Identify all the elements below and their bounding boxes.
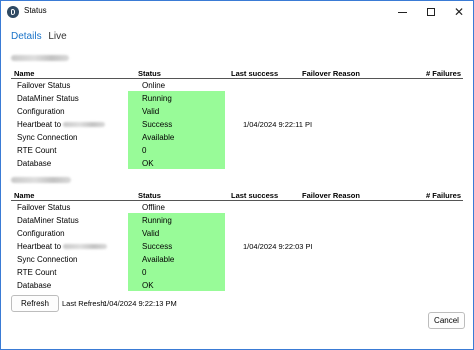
group-2-table-header: Name Status Last success Failover Reason… [11, 191, 463, 200]
table-row: Failover Status Online [11, 79, 463, 91]
column-failover-reason: Failover Reason [302, 69, 360, 78]
column-last-success: Last success [231, 191, 279, 200]
table-row: Heartbeat to Success 1/04/2024 9:22:03 P… [11, 240, 463, 252]
row-name: Configuration [17, 107, 65, 116]
row-status: Online [142, 81, 166, 90]
maximize-button[interactable] [417, 1, 445, 23]
row-status: Success [142, 242, 173, 251]
row-name: DataMiner Status [17, 94, 79, 103]
group-1-table-header: Name Status Last success Failover Reason… [11, 69, 463, 78]
row-name: Sync Connection [17, 133, 78, 142]
row-status: Available [142, 133, 175, 142]
row-status: Offline [142, 203, 165, 212]
table-row: Failover Status Offline [11, 201, 463, 213]
column-failures: # Failures [426, 191, 462, 200]
column-failures: # Failures [426, 69, 462, 78]
row-status: Available [142, 255, 175, 264]
last-refresh-value: 1/04/2024 9:22:13 PM [103, 299, 177, 308]
column-name: Name [14, 191, 35, 200]
row-status: 0 [142, 268, 147, 277]
row-status: Success [142, 120, 173, 129]
table-row: Sync Connection Available [11, 131, 463, 143]
table-row: DataMiner Status Running [11, 92, 463, 104]
tab-live[interactable]: Live [48, 31, 66, 42]
minimize-button[interactable] [388, 1, 416, 23]
row-status: Valid [142, 229, 160, 238]
column-last-success: Last success [231, 69, 279, 78]
group-2-agent-name-redacted [11, 177, 71, 183]
table-row: Configuration Valid [11, 105, 463, 117]
row-status: 0 [142, 146, 147, 155]
row-last-success: 1/04/2024 9:22:11 PI [243, 120, 313, 129]
close-button[interactable]: ✕ [445, 1, 473, 23]
row-name: Heartbeat to [17, 242, 62, 251]
table-row: DataMiner Status Running [11, 214, 463, 226]
window-title: Status [24, 6, 47, 15]
column-failover-reason: Failover Reason [302, 191, 360, 200]
table-row: RTE Count 0 [11, 144, 463, 156]
column-name: Name [14, 69, 35, 78]
column-status: Status [138, 69, 161, 78]
row-status: OK [142, 159, 154, 168]
heartbeat-target-redacted [63, 122, 105, 127]
table-row: Sync Connection Available [11, 253, 463, 265]
table-row: Database OK [11, 279, 463, 291]
table-row: Database OK [11, 157, 463, 169]
row-last-success: 1/04/2024 9:22:03 PI [243, 242, 313, 251]
row-status: Running [142, 216, 172, 225]
refresh-button[interactable]: Refresh [11, 295, 59, 312]
row-name: Database [17, 281, 52, 290]
row-name: Failover Status [17, 203, 71, 212]
row-name: Failover Status [17, 81, 71, 90]
row-name: RTE Count [17, 268, 57, 277]
row-status: Running [142, 94, 172, 103]
last-refresh-label: Last Refresh: [62, 299, 107, 308]
column-status: Status [138, 191, 161, 200]
table-row: Heartbeat to Success 1/04/2024 9:22:11 P… [11, 118, 463, 130]
maximize-icon [427, 8, 435, 16]
group-1-agent-name-redacted [11, 55, 69, 61]
row-name: DataMiner Status [17, 216, 79, 225]
app-icon [7, 6, 19, 18]
minimize-icon [397, 11, 407, 13]
cancel-button[interactable]: Cancel [428, 312, 465, 329]
row-name: Configuration [17, 229, 65, 238]
title-bar: Status ✕ [1, 1, 473, 23]
table-row: RTE Count 0 [11, 266, 463, 278]
row-name: Sync Connection [17, 255, 78, 264]
tab-bar: Details Live [11, 31, 71, 42]
status-window: Status ✕ Details Live Name Status Last s… [0, 0, 474, 350]
table-row: Configuration Valid [11, 227, 463, 239]
tab-details[interactable]: Details [11, 31, 42, 42]
close-icon: ✕ [453, 5, 465, 19]
row-name: Heartbeat to [17, 120, 62, 129]
heartbeat-target-redacted [63, 244, 107, 249]
row-status: OK [142, 281, 154, 290]
row-status: Valid [142, 107, 160, 116]
row-name: RTE Count [17, 146, 57, 155]
row-name: Database [17, 159, 52, 168]
